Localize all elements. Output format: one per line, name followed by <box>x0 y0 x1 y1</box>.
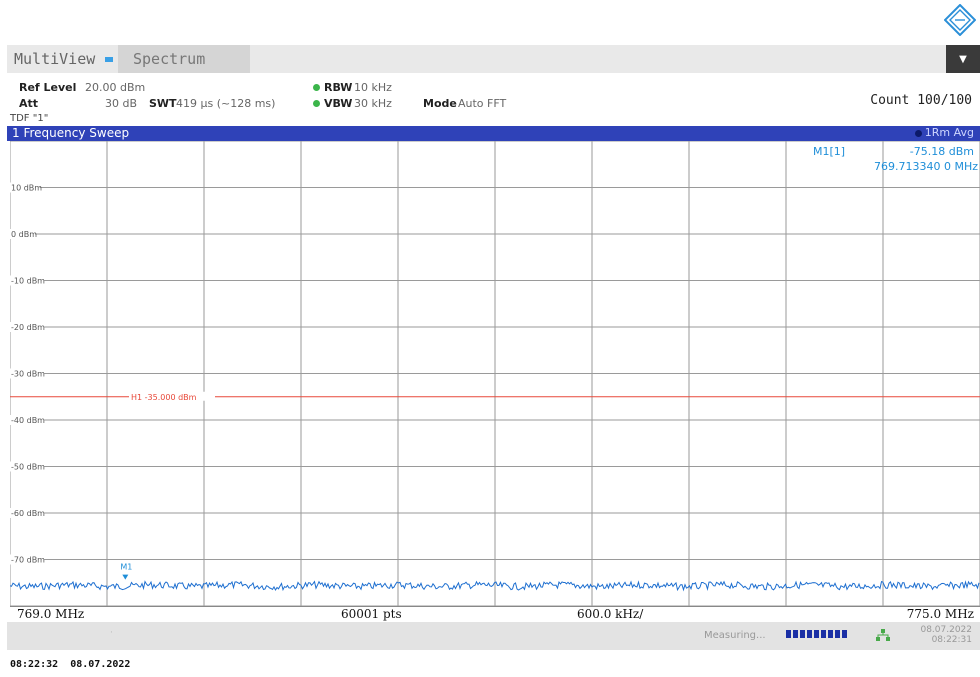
y-tick-label: 10 dBm <box>11 184 42 193</box>
vbw-label: VBW <box>324 97 353 110</box>
multiview-indicator-icon <box>105 57 113 62</box>
y-tick-label: -60 dBm <box>11 509 45 518</box>
y-tick-label: -20 dBm <box>11 323 45 332</box>
ref-level-value[interactable]: 20.00 dBm <box>85 81 145 94</box>
window-title-bar[interactable]: 1 Frequency Sweep 1Rm Avg <box>7 126 980 141</box>
rbw-status-dot-icon <box>313 84 320 91</box>
plot-grid <box>10 141 980 606</box>
att-value[interactable]: 30 dB <box>105 97 137 110</box>
span-per-division[interactable]: 600.0 kHz/ <box>577 607 643 621</box>
menu-button[interactable]: ▼ <box>946 45 980 73</box>
rbw-value[interactable]: 10 kHz <box>354 81 392 94</box>
transducer-label: TDF "1" <box>10 113 49 124</box>
trace-indicator-icon <box>915 130 922 137</box>
measuring-progress-icon <box>786 630 847 638</box>
mode-value[interactable]: Auto FFT <box>458 97 506 110</box>
rohde-schwarz-logo-icon <box>944 4 976 36</box>
chevron-down-icon: ▼ <box>959 53 967 65</box>
y-tick-label: -70 dBm <box>11 556 45 565</box>
swt-label: SWT <box>149 97 177 110</box>
vbw-value[interactable]: 30 kHz <box>354 97 392 110</box>
status-datetime: 08.07.2022 08:22:31 <box>920 625 972 645</box>
tab-multiview[interactable]: MultiView <box>14 50 95 68</box>
y-axis-labels: 10 dBm 0 dBm -10 dBm -20 dBm -30 dBm -40 dBm -… <box>10 182 45 565</box>
y-tick-label: -50 dBm <box>11 463 45 472</box>
stop-frequency[interactable]: 775.0 MHz <box>907 607 974 621</box>
marker-m1-icon <box>122 574 129 580</box>
ref-level-label: Ref Level <box>19 81 77 94</box>
measuring-status: Measuring... <box>704 630 766 641</box>
att-label: Att <box>19 97 39 110</box>
tab-spectrum-label: Spectrum <box>133 50 206 68</box>
limit-line-label: H1 -35.000 dBm <box>131 393 197 402</box>
marker-m1-label: M1 <box>120 563 132 572</box>
frequency-axis <box>10 606 980 623</box>
spectrum-plot[interactable]: 10 dBm 0 dBm -10 dBm -20 dBm -30 dBm -40 dBm -… <box>10 141 980 606</box>
status-separator-icon: · <box>110 628 113 638</box>
start-frequency[interactable]: 769.0 MHz <box>17 607 84 621</box>
trace-mode-label: 1Rm Avg <box>924 126 974 139</box>
y-tick-label: -40 dBm <box>11 416 45 425</box>
y-tick-label: -30 dBm <box>11 370 45 379</box>
network-icon <box>876 629 890 641</box>
mode-label: Mode <box>423 97 457 110</box>
window-title: 1 Frequency Sweep <box>12 126 130 140</box>
y-tick-label: -10 dBm <box>11 277 45 286</box>
y-tick-label: 0 dBm <box>11 230 37 239</box>
vbw-status-dot-icon <box>313 100 320 107</box>
sweep-points[interactable]: 60001 pts <box>341 607 402 621</box>
swt-value[interactable]: 419 µs (~128 ms) <box>176 97 275 110</box>
marker-level: -75.18 dBm <box>909 145 974 158</box>
footer-timestamp: 08:22:32 08.07.2022 <box>10 659 131 670</box>
marker-name: M1[1] <box>813 145 846 158</box>
marker-frequency: 769.713340 0 MHz <box>873 160 978 173</box>
rbw-label: RBW <box>324 81 353 94</box>
sweep-count: Count 100/100 <box>870 93 972 108</box>
